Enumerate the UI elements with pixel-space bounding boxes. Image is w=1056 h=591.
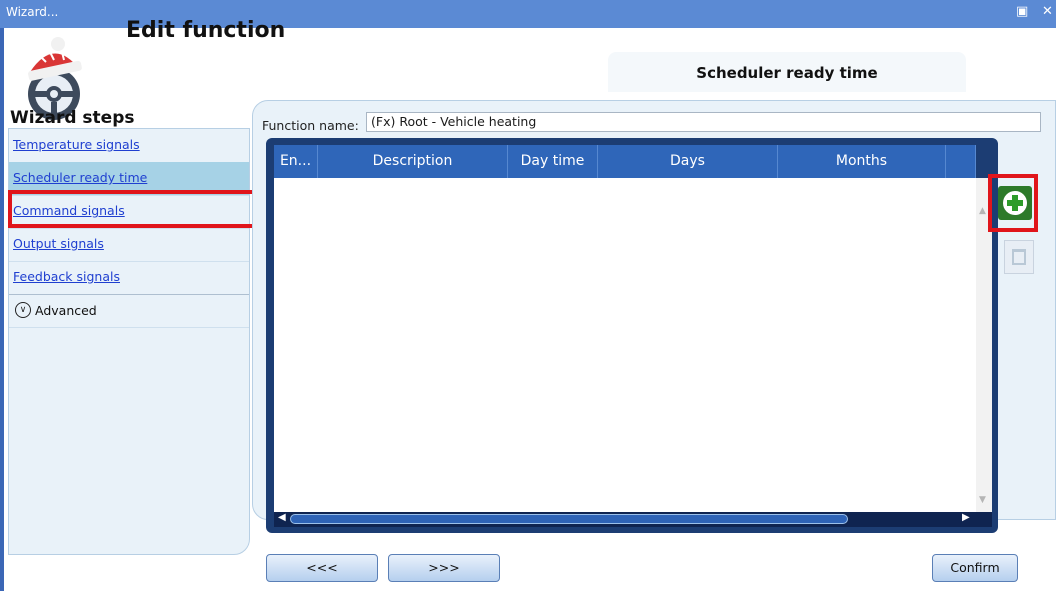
sidebar-item-label[interactable]: Output signals bbox=[13, 236, 104, 251]
scroll-left-icon[interactable]: ◀ bbox=[278, 512, 286, 523]
advanced-label: Advanced bbox=[35, 303, 97, 318]
column-header-months[interactable]: Months bbox=[778, 145, 946, 178]
sidebar-item-label[interactable]: Feedback signals bbox=[13, 269, 120, 284]
confirm-button[interactable]: Confirm bbox=[932, 554, 1018, 582]
sidebar-item-label[interactable]: Temperature signals bbox=[13, 137, 140, 152]
function-name-label: Function name: bbox=[262, 118, 359, 133]
add-button-highlight bbox=[988, 174, 1038, 232]
column-header-days[interactable]: Days bbox=[598, 145, 778, 178]
chevron-down-circle-icon[interactable]: ∨ bbox=[15, 302, 31, 318]
column-header-day-time[interactable]: Day time bbox=[508, 145, 598, 178]
column-header-description[interactable]: Description bbox=[318, 145, 508, 178]
restore-icon[interactable]: ▣ bbox=[1016, 4, 1028, 19]
table-body[interactable] bbox=[274, 178, 976, 512]
sidebar-item-output-signals[interactable]: Output signals bbox=[9, 228, 249, 262]
horizontal-scroll-thumb[interactable] bbox=[290, 514, 848, 524]
selected-step-highlight bbox=[8, 190, 256, 228]
next-button[interactable]: >>> bbox=[388, 554, 500, 582]
close-icon[interactable]: ✕ bbox=[1042, 4, 1053, 19]
sidebar-item-label[interactable]: Scheduler ready time bbox=[13, 170, 147, 185]
tab-title: Scheduler ready time bbox=[696, 64, 878, 82]
add-icon[interactable] bbox=[998, 186, 1032, 220]
column-header-enabled[interactable]: En... bbox=[274, 145, 318, 178]
sidebar-item-temperature-signals[interactable]: Temperature signals bbox=[9, 129, 249, 163]
scroll-down-icon[interactable]: ▼ bbox=[979, 495, 986, 505]
advanced-expander[interactable]: ∨ Advanced bbox=[9, 294, 249, 328]
scroll-up-icon[interactable]: ▲ bbox=[979, 206, 986, 216]
scroll-right-icon[interactable]: ▶ bbox=[962, 512, 970, 523]
wizard-steps-heading: Wizard steps bbox=[10, 108, 135, 128]
page-title: Edit function bbox=[126, 18, 286, 43]
recycle-bin-icon[interactable] bbox=[1004, 240, 1034, 274]
back-button[interactable]: <<< bbox=[266, 554, 378, 582]
column-header-extra bbox=[946, 145, 976, 178]
function-name-field[interactable]: (Fx) Root - Vehicle heating bbox=[366, 112, 1041, 132]
sidebar-item-feedback-signals[interactable]: Feedback signals bbox=[9, 261, 249, 295]
window-title: Wizard... bbox=[6, 5, 59, 19]
